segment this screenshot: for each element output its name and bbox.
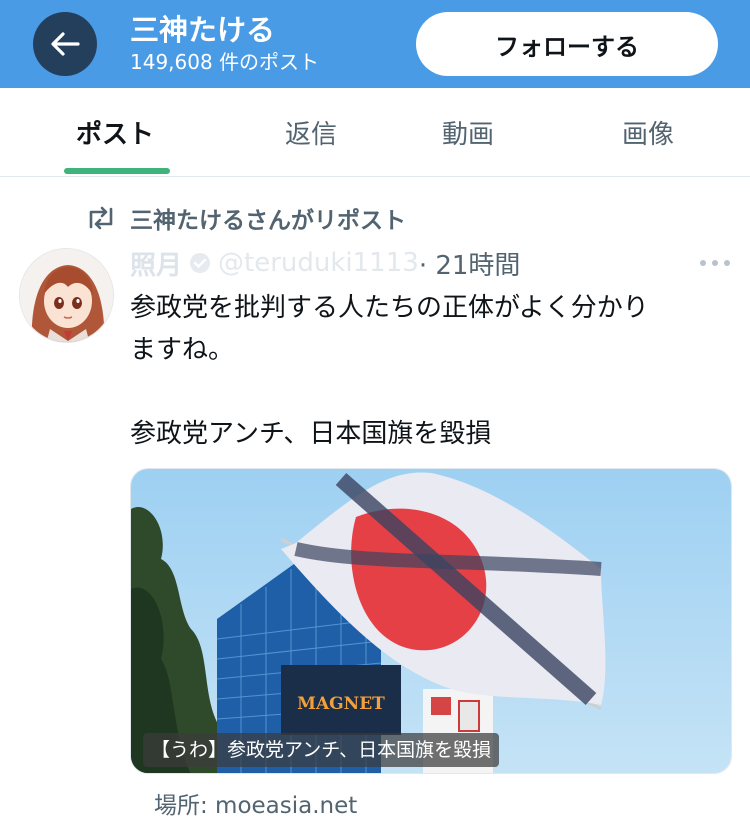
post-time[interactable]: · 21時間: [419, 245, 521, 282]
avatar[interactable]: [19, 248, 114, 343]
magnet-sign-text: MAGNET: [297, 694, 385, 714]
repost-icon: [89, 206, 113, 230]
post-author-handle[interactable]: @teruduki1113: [218, 248, 419, 278]
tab-posts[interactable]: ポスト: [40, 88, 190, 176]
arrow-left-icon: [51, 32, 80, 56]
post-text-line: 参政党を批判する人たちの正体がよく分かり: [130, 293, 649, 323]
place-link[interactable]: 場所: moeasia.net: [154, 786, 357, 820]
back-button[interactable]: [33, 12, 97, 76]
follow-button[interactable]: フォローする: [416, 12, 718, 76]
anime-girl-avatar-image: [20, 249, 113, 342]
post-body: 参政党を批判する人たちの正体がよく分かり ますね。 参政党アンチ、日本国旗を毀損: [130, 287, 740, 455]
repost-label: 三神たけるさんがリポスト: [130, 208, 406, 234]
post-count: 149,608 件のポスト: [130, 50, 320, 74]
post-media-card[interactable]: MAGNET 【うわ】参政党アンチ、日本国旗を毀損: [130, 468, 732, 774]
tab-videos[interactable]: 動画: [393, 88, 543, 176]
post-text-line: 参政党アンチ、日本国旗を毀損: [130, 419, 492, 449]
tab-replies[interactable]: 返信: [236, 88, 386, 176]
profile-header: 三神たける 149,608 件のポスト フォローする: [0, 0, 750, 88]
active-tab-indicator: [64, 168, 170, 174]
repost-context[interactable]: 三神たけるさんがリポスト: [84, 202, 406, 234]
flag-photo-image: MAGNET: [131, 469, 731, 773]
media-caption: 【うわ】参政党アンチ、日本国旗を毀損: [143, 733, 500, 767]
post-author-name[interactable]: 照月: [130, 245, 182, 282]
post-meta: 照月 @teruduki1113 · 21時間: [130, 245, 521, 282]
profile-display-name: 三神たける: [130, 13, 276, 47]
tab-images[interactable]: 画像: [573, 88, 723, 176]
post-text-line: ますね。: [130, 335, 235, 365]
profile-tabs: ポスト 返信 動画 画像: [0, 88, 750, 177]
verified-badge-icon: [190, 253, 211, 273]
more-options-icon[interactable]: [700, 256, 730, 270]
